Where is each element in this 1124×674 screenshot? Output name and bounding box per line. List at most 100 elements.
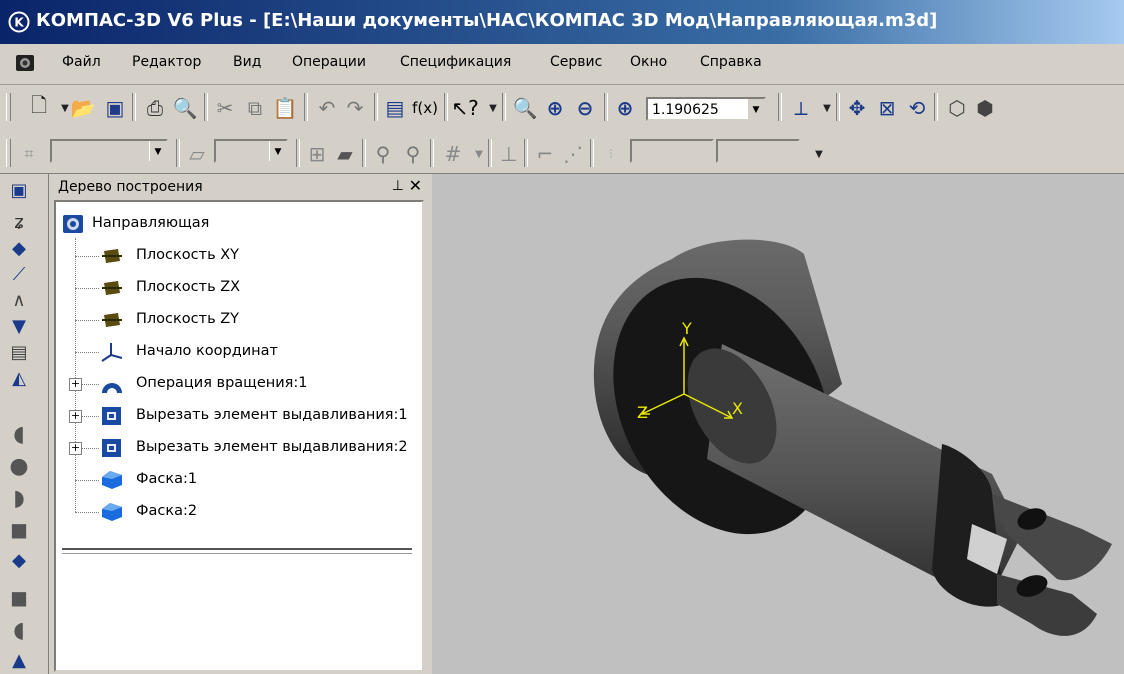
toolbar-grip[interactable] bbox=[6, 93, 11, 121]
svg-text:K: K bbox=[14, 16, 24, 30]
chamfer-op-icon[interactable]: ◆ bbox=[6, 550, 32, 572]
surfaces-icon[interactable]: ◆ bbox=[6, 238, 32, 260]
layer-icon[interactable]: ▱ bbox=[184, 141, 210, 167]
round-off-icon[interactable]: ⌐ bbox=[532, 141, 558, 167]
specification-icon[interactable]: ▤ bbox=[6, 342, 32, 364]
coordinates-dropdown-arrow-icon[interactable]: ▼ bbox=[806, 141, 832, 167]
kompas-app-icon[interactable]: K bbox=[8, 11, 30, 33]
menu-edit[interactable]: Редактор bbox=[132, 54, 201, 70]
filters-icon[interactable]: ▼ bbox=[6, 316, 32, 338]
plane-filled-icon[interactable]: ▰ bbox=[332, 141, 358, 167]
title-bar: K КОМПАС-3D V6 Plus - [E:\Наши документы… bbox=[0, 0, 1124, 44]
toolbar-grip[interactable] bbox=[6, 139, 11, 167]
measurements-icon[interactable]: ∧ bbox=[6, 290, 32, 312]
hidden-lines-icon[interactable]: ⬢ bbox=[972, 95, 998, 121]
model-tree-header: Дерево построения ⊥ ✕ bbox=[54, 176, 426, 198]
rotate-icon[interactable]: ⟲ bbox=[904, 95, 930, 121]
current-state-toolbar: ⌗ ▼ ▱ ▼ ⊞ ▰ ⚲ ⚲ # ▼ ⊥ ⌐ ⋰ ⁝ ▼ bbox=[0, 131, 1124, 174]
cut-extrude-icon bbox=[102, 439, 121, 457]
orientation-icon[interactable]: ⟂ bbox=[788, 95, 814, 121]
parametric-mode-icon[interactable]: ⋰ bbox=[560, 141, 586, 167]
open-folder-icon[interactable]: 📂 bbox=[70, 95, 96, 121]
tree-item-label: Вырезать элемент выдавливания:2 bbox=[136, 439, 408, 455]
loft-op-icon[interactable]: ◼ bbox=[6, 518, 32, 543]
snap-cursor-icon[interactable]: ⌗ bbox=[16, 141, 42, 167]
tree-root-label: Направляющая bbox=[92, 215, 210, 231]
tree-item-label: Начало координат bbox=[136, 343, 278, 359]
wireframe-icon[interactable]: ⬡ bbox=[944, 95, 970, 121]
paste-icon[interactable]: 📋 bbox=[272, 95, 298, 121]
kinematic-op-icon[interactable]: ◗ bbox=[6, 486, 32, 511]
local-cs-icon[interactable]: ⊞ bbox=[304, 141, 330, 167]
auxiliary-geometry-icon[interactable]: ⟋ bbox=[6, 264, 32, 286]
style-combobox[interactable]: ▼ bbox=[50, 139, 168, 163]
variables-fx-icon[interactable]: f(x) bbox=[412, 95, 438, 121]
revolve-op-icon[interactable]: ● bbox=[6, 454, 32, 479]
redo-icon[interactable]: ↷ bbox=[342, 95, 368, 121]
pan-icon[interactable]: ✥ bbox=[844, 95, 870, 121]
model-tree-panel: Дерево построения ⊥ ✕ Направляющая Плоск… bbox=[50, 174, 430, 674]
coord-y-field[interactable] bbox=[716, 139, 800, 163]
tree-item-label: Плоскость ZX bbox=[136, 279, 241, 295]
revolve-icon bbox=[102, 383, 122, 393]
pin-icon[interactable]: ⊥ bbox=[392, 178, 404, 194]
expand-toggle[interactable]: + bbox=[69, 410, 82, 423]
undo-icon[interactable]: ↶ bbox=[314, 95, 340, 121]
menu-window[interactable]: Окно bbox=[630, 54, 667, 70]
extrude-op-icon[interactable]: ◖ bbox=[6, 422, 32, 447]
zoom-window-icon[interactable]: 🔍 bbox=[512, 95, 538, 121]
copy-icon[interactable]: ⧉ bbox=[242, 95, 268, 121]
sheet-body-icon[interactable]: ◭ bbox=[6, 368, 32, 390]
library-manager-icon[interactable]: ▤ bbox=[382, 95, 408, 121]
menu-service[interactable]: Сервис bbox=[550, 54, 602, 70]
shell-op-icon[interactable]: ◖ bbox=[6, 618, 32, 643]
tree-item-label: Фаска:2 bbox=[136, 503, 198, 519]
part-icon bbox=[63, 215, 83, 233]
local-snap-icon[interactable]: ⚲ bbox=[400, 141, 426, 167]
show-all-icon[interactable]: ⊠ bbox=[874, 95, 900, 121]
document-icon[interactable] bbox=[14, 52, 36, 74]
expand-toggle[interactable]: + bbox=[69, 378, 82, 391]
zoom-scale-combobox[interactable]: 1.190625 ▼ bbox=[646, 97, 766, 121]
menu-operations[interactable]: Операции bbox=[292, 54, 366, 70]
zoom-out-icon[interactable]: ⊖ bbox=[572, 95, 598, 121]
zoom-scale-icon[interactable]: ⊕ bbox=[612, 95, 638, 121]
print-icon[interactable]: ⎙ bbox=[142, 95, 168, 121]
menu-help[interactable]: Справка bbox=[700, 54, 762, 70]
close-icon[interactable]: ✕ bbox=[409, 176, 422, 195]
expand-toggle[interactable]: + bbox=[69, 442, 82, 455]
cut-icon[interactable]: ✂ bbox=[212, 95, 238, 121]
rib-op-icon[interactable]: ▲ bbox=[6, 650, 32, 672]
tree-item-label: Плоскость XY bbox=[136, 247, 240, 263]
model-edit-icon[interactable]: ▣ bbox=[6, 180, 32, 202]
print-preview-icon[interactable]: 🔍 bbox=[172, 95, 198, 121]
tree-item-label: Фаска:1 bbox=[136, 471, 198, 487]
chevron-down-icon[interactable]: ▼ bbox=[149, 141, 166, 161]
layer-combobox[interactable]: ▼ bbox=[214, 139, 288, 163]
help-pointer-icon[interactable]: ↖? bbox=[451, 95, 478, 121]
coord-x-field[interactable] bbox=[630, 139, 714, 163]
spatial-curves-icon[interactable]: ʑ bbox=[6, 212, 32, 234]
ortho-mode-icon[interactable]: ⊥ bbox=[496, 141, 522, 167]
save-icon[interactable]: ▣ bbox=[102, 95, 128, 121]
grid-icon[interactable]: # bbox=[440, 141, 466, 167]
model-viewport[interactable]: Y Z X bbox=[432, 174, 1124, 674]
axis-label-x: X bbox=[732, 399, 743, 418]
coordinates-icon[interactable]: ⁝ bbox=[598, 141, 624, 167]
chevron-down-icon[interactable]: ▼ bbox=[747, 99, 764, 119]
zoom-in-icon[interactable]: ⊕ bbox=[542, 95, 568, 121]
fillet-op-icon[interactable]: ◼ bbox=[6, 586, 32, 611]
menu-view[interactable]: Вид bbox=[233, 54, 261, 70]
new-document-icon[interactable]: 🗋 bbox=[26, 93, 52, 121]
tree-end-marker bbox=[62, 548, 412, 554]
plane-icon bbox=[102, 313, 122, 327]
axis-label-y: Y bbox=[681, 319, 692, 338]
model-render[interactable]: Y Z X bbox=[432, 174, 1124, 674]
tree-item-label: Операция вращения:1 bbox=[136, 375, 308, 391]
menu-specification[interactable]: Спецификация bbox=[400, 54, 511, 70]
cut-extrude-icon bbox=[102, 407, 121, 425]
plane-icon bbox=[102, 249, 122, 263]
menu-file[interactable]: Файл bbox=[62, 54, 101, 70]
chevron-down-icon[interactable]: ▼ bbox=[269, 141, 286, 161]
global-snap-icon[interactable]: ⚲ bbox=[370, 141, 396, 167]
